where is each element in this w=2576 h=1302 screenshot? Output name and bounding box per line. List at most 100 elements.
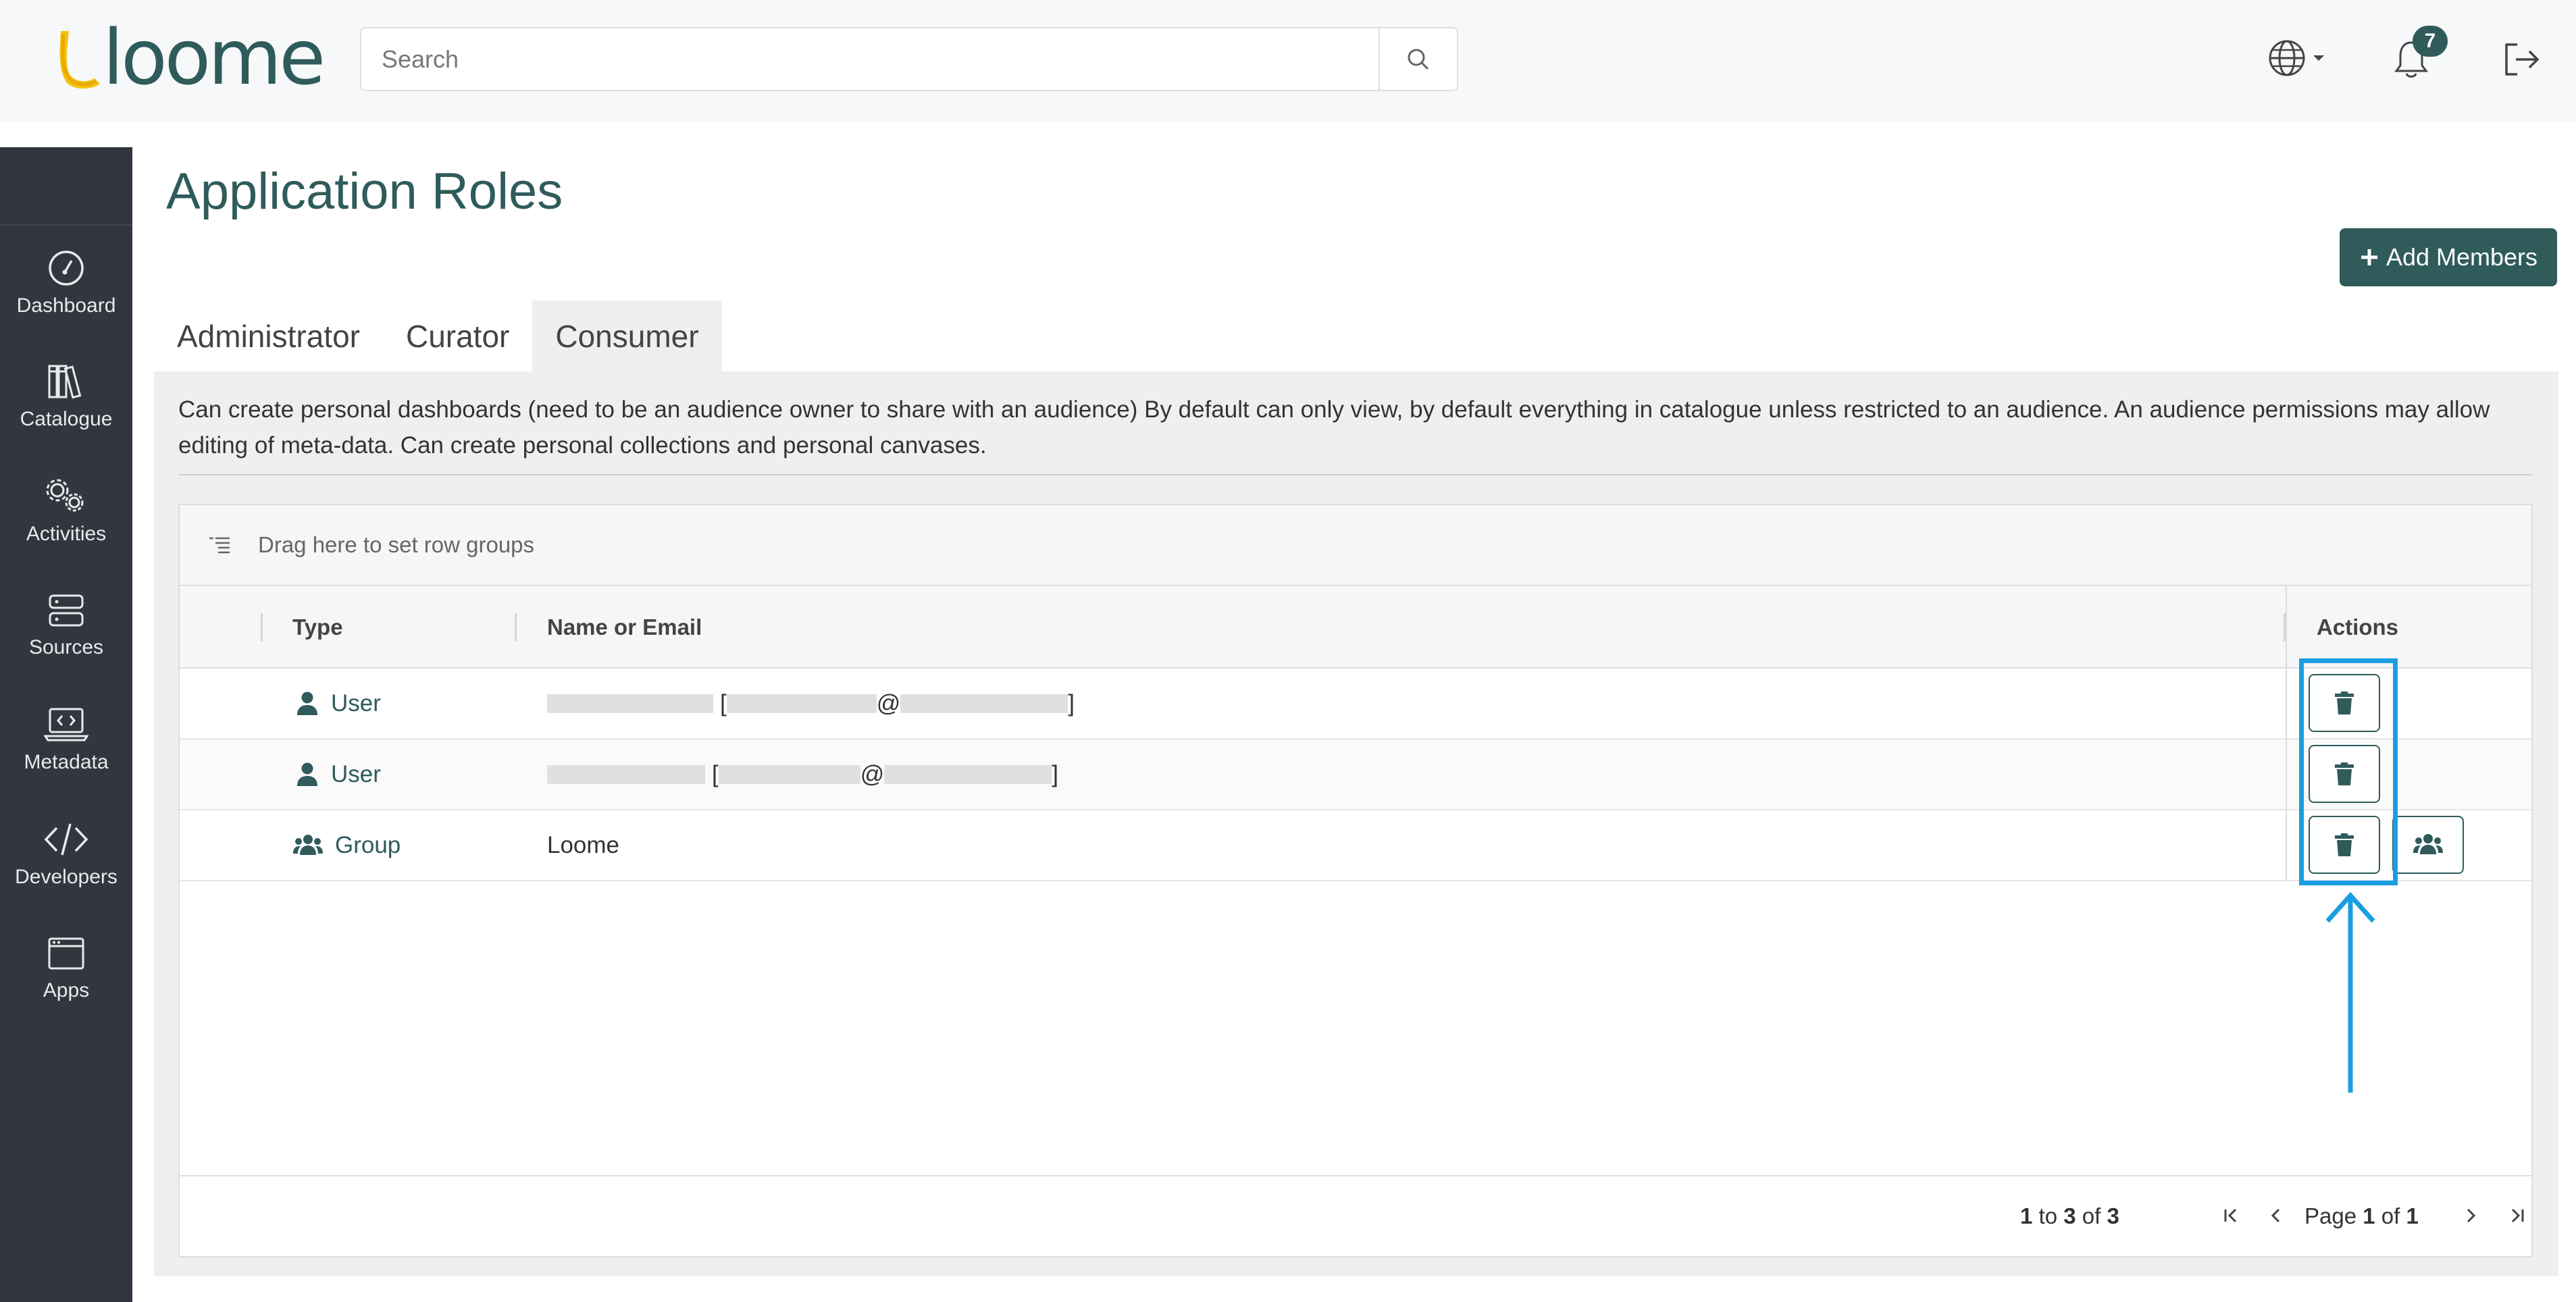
redacted-email-local <box>726 694 877 713</box>
logout-icon <box>2505 43 2540 76</box>
row-count-to: 3 <box>2063 1203 2076 1228</box>
role-tabs: Administrator Curator Consumer <box>154 301 722 371</box>
sidebar-item-dashboard[interactable]: Dashboard <box>0 249 132 350</box>
type-link[interactable]: User <box>331 690 381 717</box>
chevron-down-icon <box>2313 55 2324 61</box>
members-grid: Drag here to set row groups Type Name or… <box>178 504 2533 1257</box>
sidebar-item-label: Developers <box>15 866 118 888</box>
last-page-icon <box>2511 1208 2524 1223</box>
sidebar-item-metadata[interactable]: Metadata <box>0 705 132 806</box>
first-page-icon <box>2224 1208 2237 1223</box>
type-cell: User <box>296 739 381 810</box>
bracket-open: [ <box>720 690 727 717</box>
last-page-button[interactable] <box>2503 1201 2530 1230</box>
role-panel: Can create personal dashboards (need to … <box>154 371 2558 1276</box>
search-box <box>360 27 1458 91</box>
page-title: Application Roles <box>166 163 563 220</box>
sidebar-item-label: Dashboard <box>16 294 116 317</box>
catalogue-icon <box>48 365 82 399</box>
chevron-left-icon <box>2271 1208 2280 1223</box>
row-groups-icon <box>209 537 230 554</box>
role-description: Can create personal dashboards (need to … <box>178 396 2490 459</box>
previous-page-button[interactable] <box>2263 1201 2290 1230</box>
language-selector[interactable] <box>2263 34 2330 82</box>
next-page-button[interactable] <box>2457 1201 2484 1230</box>
logo-mark-icon <box>59 30 100 88</box>
name-cell: Loome <box>547 832 620 858</box>
loome-logo[interactable]: loome <box>54 19 326 97</box>
row-group-hint: Drag here to set row groups <box>258 532 535 557</box>
sidebar-item-label: Activities <box>26 523 107 545</box>
tab-administrator[interactable]: Administrator <box>154 301 383 371</box>
add-members-label: Add Members <box>2386 243 2538 271</box>
notification-count-badge: 7 <box>2413 26 2448 57</box>
sidebar-item-sources[interactable]: Sources <box>0 592 132 693</box>
sources-icon <box>49 594 84 627</box>
developers-icon <box>44 823 88 856</box>
type-link[interactable]: User <box>331 761 381 788</box>
apps-icon <box>48 937 84 970</box>
table-row[interactable]: User [ @ ] <box>180 739 2531 810</box>
redacted-email-domain <box>900 694 1068 713</box>
column-separator[interactable] <box>515 613 517 642</box>
actions-separator <box>2286 739 2287 810</box>
tab-consumer[interactable]: Consumer <box>532 301 722 371</box>
redacted-name <box>547 765 705 784</box>
column-separator[interactable] <box>261 613 263 642</box>
user-icon <box>297 692 317 715</box>
group-icon <box>293 835 323 855</box>
divider <box>178 474 2533 475</box>
chevron-right-icon <box>2467 1208 2476 1223</box>
user-icon <box>297 762 317 786</box>
logout-button[interactable] <box>2499 38 2544 81</box>
row-count-total: 3 <box>2107 1203 2119 1228</box>
redacted-email-local <box>718 765 860 784</box>
dashboard-icon <box>49 251 84 286</box>
metadata-icon <box>44 708 88 741</box>
grid-pagination: 1 to 3 of 3 Page 1 of 1 <box>180 1175 2531 1256</box>
search-button[interactable] <box>1379 28 1457 90</box>
table-row[interactable]: Group Loome <box>180 810 2531 881</box>
sidebar-item-apps[interactable]: Apps <box>0 935 132 1036</box>
type-link[interactable]: Group <box>335 832 401 859</box>
first-page-button[interactable] <box>2218 1201 2245 1230</box>
sidebar-item-label: Sources <box>28 636 104 658</box>
sidebar-item-label: Catalogue <box>20 408 113 430</box>
bracket-open: [ <box>712 761 719 787</box>
column-header-name[interactable]: Name or Email <box>547 586 702 669</box>
table-row[interactable]: User [ @ ] <box>180 669 2531 739</box>
sidebar-item-label: Metadata <box>24 751 109 773</box>
add-members-button[interactable]: Add Members <box>2340 228 2557 286</box>
sidebar-item-developers[interactable]: Developers <box>0 820 132 921</box>
row-count-to-word: to <box>2038 1203 2058 1228</box>
search-input[interactable] <box>361 28 1379 90</box>
type-cell: Group <box>293 810 401 881</box>
sidebar-item-label: Apps <box>43 979 90 1001</box>
globe-icon <box>2269 40 2305 76</box>
group-icon <box>2413 834 2443 854</box>
row-group-drop-zone[interactable]: Drag here to set row groups <box>180 505 2531 586</box>
column-header-actions[interactable]: Actions <box>2317 586 2398 669</box>
name-cell: [ @ ] <box>547 739 1058 810</box>
bracket-close: ] <box>1052 761 1058 787</box>
tab-curator[interactable]: Curator <box>383 301 532 371</box>
row-count-of-word: of <box>2082 1203 2101 1228</box>
view-group-members-button[interactable] <box>2392 816 2464 874</box>
row-count-from: 1 <box>2020 1203 2033 1228</box>
sidebar-item-activities[interactable]: Activities <box>0 477 132 578</box>
name-cell: [ @ ] <box>547 669 1075 739</box>
at-sign: @ <box>860 761 885 787</box>
actions-separator <box>2286 669 2287 739</box>
total-pages: 1 <box>2406 1203 2419 1228</box>
top-header: loome 7 <box>0 0 2576 122</box>
sidebar-top <box>0 147 132 226</box>
actions-separator <box>2286 810 2287 881</box>
arrow-up-icon <box>2325 891 2375 1093</box>
column-header-type[interactable]: Type <box>292 586 343 669</box>
grid-header-row: Type Name or Email Actions <box>180 586 2531 669</box>
sidebar: Dashboard Catalogue Activities Sources M… <box>0 147 132 1302</box>
sidebar-item-catalogue[interactable]: Catalogue <box>0 362 132 463</box>
type-cell: User <box>296 669 381 739</box>
plus-icon <box>2361 249 2377 265</box>
at-sign: @ <box>876 690 901 717</box>
